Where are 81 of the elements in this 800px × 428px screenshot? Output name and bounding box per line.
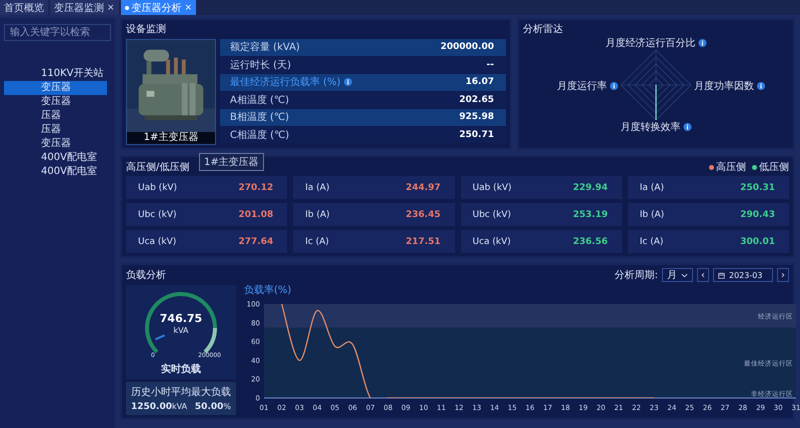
info-icon: [757, 82, 765, 90]
row-label: 额定容量 (kVA): [230, 40, 300, 54]
info-icon: [610, 82, 618, 90]
period-select[interactable]: 月: [662, 268, 693, 282]
axis-label: 月度功率因数: [694, 80, 754, 93]
row-value: 925.98: [459, 112, 494, 122]
reading-value: 236.56: [573, 236, 608, 246]
search-field[interactable]: 输入关键字以检索: [4, 24, 111, 41]
reading-value: 270.12: [238, 182, 274, 192]
close-icon[interactable]: ×: [107, 2, 115, 12]
reading-label: Ubc (kV): [138, 210, 177, 220]
reading-value: 300.01: [740, 236, 775, 246]
reading-label: Ubc (kV): [472, 210, 512, 220]
calendar-icon: [718, 272, 725, 278]
reading-value: 201.08: [238, 210, 274, 220]
panel-title: 设备监测: [126, 23, 167, 36]
tab[interactable]: 首页概览: [0, 0, 48, 15]
tree-item[interactable]: 压器: [4, 123, 111, 137]
reading-label: Ia (A): [305, 182, 330, 192]
period-label: 分析周期:: [614, 268, 658, 282]
legend-label: 高压侧: [716, 160, 746, 174]
row-value: 202.65: [459, 94, 494, 105]
tree-item[interactable]: 110KV开关站: [4, 67, 111, 81]
row-value: 250.71: [459, 130, 494, 140]
history-percent: 50.00%: [194, 402, 231, 412]
tree-item[interactable]: 变压器: [4, 95, 111, 109]
axis-label: 月度转换效率: [620, 120, 680, 134]
info-icon: [698, 39, 706, 47]
reading-label: Ib (A): [640, 210, 664, 220]
image-caption: 1#主变压器: [127, 132, 215, 144]
row-label: B相温度 (℃): [230, 110, 290, 124]
panel-title: 分析雷达: [523, 23, 564, 36]
row-label: 最佳经济运行负载率 (%): [230, 76, 340, 90]
reading-value: 229.94: [573, 182, 608, 192]
axis-title: 负载率(%): [244, 285, 292, 296]
row-value: --: [486, 60, 494, 70]
tree-item[interactable]: 变压器: [4, 81, 107, 95]
gauge-caption: 实时负载: [161, 362, 201, 376]
tooltip: 1#主变压器: [199, 153, 264, 171]
reading-label: Uab (kV): [472, 182, 512, 192]
reading-label: Ib (A): [305, 210, 330, 220]
history-title: 历史小时平均最大负载: [131, 386, 231, 399]
axis-label: 月度经济运行百分比: [606, 36, 696, 50]
close-icon[interactable]: ×: [184, 2, 192, 12]
axis-label: 月度运行率: [557, 80, 607, 93]
panel-title: 负载分析: [126, 268, 166, 282]
gauge-unit: kVA: [172, 326, 190, 335]
tree-item[interactable]: 400V配电室: [4, 165, 111, 179]
row-label: C相温度 (℃): [230, 128, 290, 142]
reading-label: Uab (kV): [138, 182, 178, 192]
reading-value: 217.51: [406, 236, 440, 246]
reading-value: 236.45: [406, 210, 440, 220]
reading-label: Ia (A): [640, 182, 664, 192]
panel-title: 高压侧/低压侧: [126, 160, 190, 174]
caret-icon: [681, 272, 688, 278]
tree-item[interactable]: 400V配电室: [4, 151, 111, 165]
tree-item[interactable]: 变压器: [4, 137, 111, 151]
row-label: A相温度 (℃): [230, 94, 290, 107]
radar-drawing: [621, 50, 691, 120]
tab[interactable]: 变压器分析 ×: [120, 0, 196, 15]
info-icon: [684, 123, 692, 131]
reading-value: 277.64: [238, 236, 274, 246]
reading-label: Ic (A): [640, 236, 664, 246]
date-field[interactable]: 2023-03: [713, 268, 773, 282]
previous-button[interactable]: ‹: [697, 268, 709, 282]
reading-label: Uca (kV): [138, 236, 176, 246]
row-value: 200000.00: [440, 42, 494, 52]
reading-value: 253.19: [573, 210, 608, 220]
next-button[interactable]: ›: [777, 268, 789, 282]
row-value: 16.07: [466, 77, 494, 88]
history-load: 1250.00kVA: [131, 402, 188, 412]
reading-label: Ic (A): [305, 236, 329, 246]
tree-item[interactable]: 压器: [4, 109, 111, 123]
row-label: 运行时长 (天): [230, 58, 291, 72]
reading-value: 250.31: [740, 182, 775, 192]
reading-value: 244.97: [406, 182, 440, 192]
reading-value: 290.43: [740, 210, 775, 220]
gauge-value: 746.75: [158, 312, 204, 325]
tab[interactable]: 变压器监测 ×: [50, 0, 119, 15]
legend-label: 低压侧: [759, 161, 789, 174]
reading-label: Uca (kV): [472, 236, 511, 246]
